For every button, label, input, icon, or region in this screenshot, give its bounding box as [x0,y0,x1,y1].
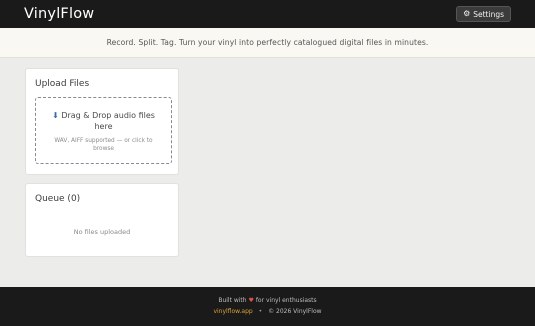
dropzone-hint: WAV, AIFF supported — or click to browse [54,138,153,152]
footer-links: vinylflow.app • © 2026 VinylFlow [0,308,535,315]
upload-dropzone[interactable]: ⬇︎ Drag & Drop audio files here WAV, AIF… [35,97,172,164]
settings-button[interactable]: ⚙ Settings [456,6,511,22]
tagline-text: Record. Split. Tag. Turn your vinyl into… [106,38,429,47]
footer-built-prefix: Built with [218,297,247,304]
footer-credit: Built with ♥ for vinyl enthusiasts [0,297,535,304]
footer-built-suffix: for vinyl enthusiasts [255,297,317,304]
settings-label: Settings [473,9,504,19]
dropzone-main: ⬇︎ Drag & Drop audio files here [36,110,171,132]
queue-card: Queue (0) No files uploaded [25,183,179,257]
upload-card: Upload Files ⬇︎ Drag & Drop audio files … [25,68,179,175]
footer-copyright: © 2026 VinylFlow [268,308,322,315]
queue-empty-message: No files uploaded [73,228,131,236]
heart-icon: ♥ [248,297,254,304]
tagline-banner: Record. Split. Tag. Turn your vinyl into… [0,28,535,58]
footer-site-link[interactable]: vinylflow.app [213,308,252,315]
app-title: VinylFlow [24,6,95,22]
dropzone-text: Drag & Drop audio files here [61,111,155,131]
queue-title: Queue (0) [35,194,81,204]
upload-title: Upload Files [35,79,90,89]
upload-arrow-icon: ⬇︎ [52,111,59,120]
app-header: VinylFlow ⚙ Settings [0,0,535,28]
gear-icon: ⚙ [463,9,471,18]
footer-separator: • [258,308,263,315]
page-footer: Built with ♥ for vinyl enthusiasts vinyl… [0,287,535,326]
